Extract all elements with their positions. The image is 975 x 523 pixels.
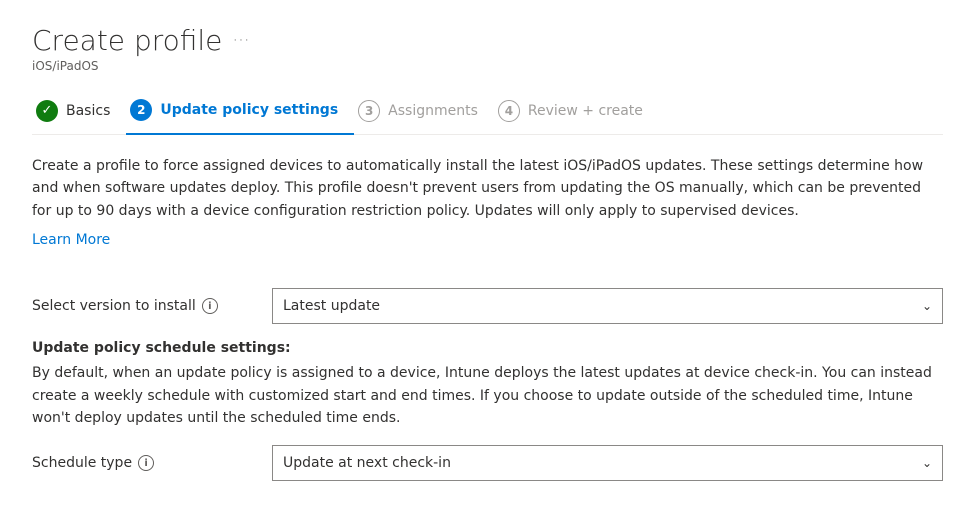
- page-title: Create profile: [32, 24, 222, 57]
- schedule-type-value: Update at next check-in: [283, 455, 451, 471]
- step-review-label: Review + create: [528, 103, 643, 119]
- version-row: Select version to install i Latest updat…: [32, 288, 943, 324]
- form-section: Select version to install i Latest updat…: [32, 288, 943, 481]
- schedule-type-info-icon[interactable]: i: [138, 455, 154, 471]
- step-update-circle: 2: [130, 99, 152, 121]
- version-dropdown-wrapper: Latest update ⌄: [272, 288, 943, 324]
- version-dropdown-value: Latest update: [283, 298, 380, 314]
- step-basics-circle: ✓: [36, 100, 58, 122]
- schedule-type-label: Schedule type: [32, 455, 132, 471]
- schedule-type-row: Schedule type i Update at next check-in …: [32, 445, 943, 481]
- version-dropdown-arrow: ⌄: [922, 299, 932, 313]
- schedule-type-dropdown-arrow: ⌄: [922, 456, 932, 470]
- step-update-policy-settings[interactable]: 2 Update policy settings: [126, 89, 354, 135]
- schedule-description: By default, when an update policy is ass…: [32, 362, 943, 429]
- version-label-group: Select version to install i: [32, 298, 272, 314]
- step-basics[interactable]: ✓ Basics: [32, 90, 126, 134]
- page-header: Create profile ··· iOS/iPadOS: [32, 24, 943, 73]
- schedule-type-dropdown-wrapper: Update at next check-in ⌄: [272, 445, 943, 481]
- learn-more-link[interactable]: Learn More: [32, 232, 110, 248]
- page-subtitle: iOS/iPadOS: [32, 59, 943, 73]
- description-text: Create a profile to force assigned devic…: [32, 155, 943, 222]
- step-assignments-circle: 3: [358, 100, 380, 122]
- version-label: Select version to install: [32, 298, 196, 314]
- schedule-type-dropdown[interactable]: Update at next check-in ⌄: [272, 445, 943, 481]
- step-basics-label: Basics: [66, 103, 110, 119]
- more-options-button[interactable]: ···: [232, 30, 249, 51]
- version-info-icon[interactable]: i: [202, 298, 218, 314]
- step-update-label: Update policy settings: [160, 102, 338, 118]
- wizard-steps: ✓ Basics 2 Update policy settings 3 Assi…: [32, 89, 943, 135]
- step-review-circle: 4: [498, 100, 520, 122]
- step-assignments-label: Assignments: [388, 103, 478, 119]
- step-assignments[interactable]: 3 Assignments: [354, 90, 494, 134]
- version-dropdown[interactable]: Latest update ⌄: [272, 288, 943, 324]
- schedule-heading: Update policy schedule settings:: [32, 340, 943, 356]
- step-review-create[interactable]: 4 Review + create: [494, 90, 659, 134]
- schedule-type-label-group: Schedule type i: [32, 455, 272, 471]
